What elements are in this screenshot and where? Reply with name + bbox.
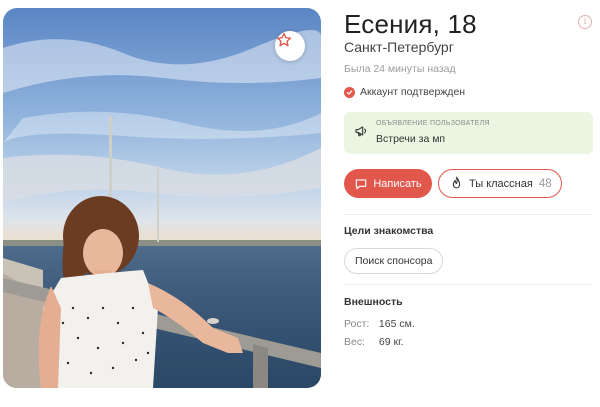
star-icon bbox=[276, 32, 292, 47]
flame-icon bbox=[452, 176, 461, 189]
chat-bubble-icon bbox=[356, 178, 367, 189]
compliment-label: Ты классная bbox=[469, 177, 533, 190]
height-label: Рост: bbox=[344, 318, 370, 330]
weight-label: Вес: bbox=[344, 336, 366, 348]
info-icon[interactable]: i bbox=[578, 15, 592, 29]
megaphone-icon bbox=[354, 123, 370, 144]
divider bbox=[344, 284, 593, 285]
goals-title: Цели знакомства bbox=[344, 225, 434, 237]
profile-name-age: Есения, 18 bbox=[344, 9, 477, 39]
height-value: 165 см. bbox=[378, 318, 415, 330]
last-seen-text: Была 24 минуты назад bbox=[344, 63, 456, 75]
appearance-title: Внешность bbox=[344, 296, 403, 308]
announcement-label: ОБЪЯВЛЕНИЕ ПОЛЬЗОВАТЕЛЯ bbox=[376, 120, 490, 127]
favorite-button[interactable] bbox=[275, 31, 305, 61]
announcement-text: Встречи за мп bbox=[376, 133, 446, 145]
weight-row: Вес: 69 кг. bbox=[344, 336, 404, 348]
verified-text: Аккаунт подтвержден bbox=[360, 86, 466, 98]
check-circle-icon bbox=[344, 86, 355, 98]
write-message-button[interactable]: Написать bbox=[344, 169, 432, 198]
weight-value: 69 кг. bbox=[378, 336, 404, 348]
user-announcement: ОБЪЯВЛЕНИЕ ПОЛЬЗОВАТЕЛЯ Встречи за мп bbox=[344, 112, 593, 154]
write-button-label: Написать bbox=[373, 177, 422, 190]
height-row: Рост: 165 см. bbox=[344, 318, 415, 330]
photo-scene bbox=[3, 30, 321, 388]
profile-photo[interactable] bbox=[3, 8, 321, 388]
compliment-button[interactable]: Ты классная 48 bbox=[438, 169, 562, 198]
divider bbox=[344, 214, 593, 215]
profile-city: Санкт-Петербург bbox=[344, 39, 454, 55]
goal-chip: Поиск спонсора bbox=[344, 248, 444, 274]
compliment-count: 48 bbox=[538, 177, 552, 190]
verified-badge: Аккаунт подтвержден bbox=[344, 86, 465, 98]
